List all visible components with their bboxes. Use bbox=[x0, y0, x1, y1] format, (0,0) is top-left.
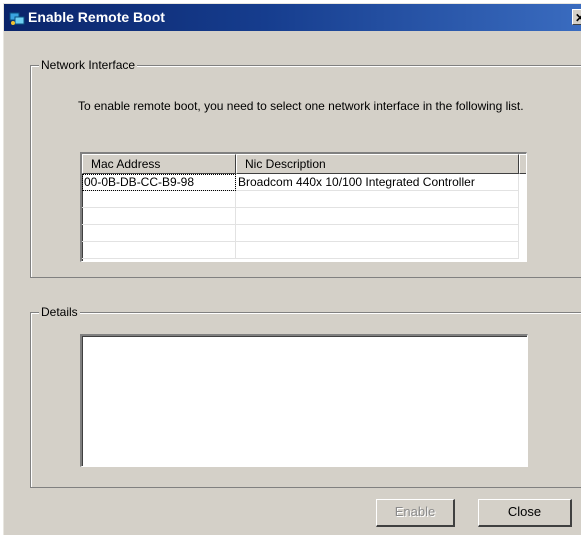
mac-address-cell: 00-0B-DB-CC-B9-98 bbox=[82, 174, 236, 191]
column-header-filler bbox=[519, 154, 526, 174]
empty-cell bbox=[236, 191, 519, 208]
empty-row bbox=[82, 191, 526, 208]
empty-cell bbox=[82, 191, 236, 208]
network-interface-label: Network Interface bbox=[39, 58, 138, 72]
empty-cell bbox=[236, 242, 519, 259]
empty-cell bbox=[236, 225, 519, 242]
enable-button[interactable]: Enable bbox=[376, 499, 455, 527]
nic-description-cell: Broadcom 440x 10/100 Integrated Controll… bbox=[236, 174, 519, 191]
empty-cell bbox=[82, 208, 236, 225]
nic-list[interactable]: Mac Address Nic Description 00-0B-DB-CC-… bbox=[80, 152, 527, 262]
close-window-button[interactable]: ✕ bbox=[572, 9, 581, 25]
instruction-text: To enable remote boot, you need to selec… bbox=[78, 99, 524, 113]
window-title: Enable Remote Boot bbox=[28, 9, 165, 25]
empty-cell bbox=[82, 225, 236, 242]
close-button[interactable]: Close bbox=[478, 499, 572, 527]
dialog-window: Enable Remote Boot ✕ Network Interface T… bbox=[3, 3, 581, 535]
remote-boot-icon bbox=[9, 12, 25, 25]
close-icon: ✕ bbox=[574, 11, 581, 25]
empty-row bbox=[82, 242, 526, 259]
table-row[interactable]: 00-0B-DB-CC-B9-98 Broadcom 440x 10/100 I… bbox=[82, 174, 526, 191]
empty-row bbox=[82, 208, 526, 225]
empty-cell bbox=[236, 208, 519, 225]
title-bar[interactable]: Enable Remote Boot ✕ bbox=[4, 4, 581, 31]
details-label: Details bbox=[39, 305, 80, 319]
column-header-nic-description[interactable]: Nic Description bbox=[236, 154, 519, 174]
empty-cell bbox=[82, 242, 236, 259]
empty-row bbox=[82, 225, 526, 242]
details-text-area[interactable] bbox=[80, 334, 528, 467]
list-header: Mac Address Nic Description bbox=[82, 154, 526, 174]
column-header-mac-address[interactable]: Mac Address bbox=[82, 154, 236, 174]
